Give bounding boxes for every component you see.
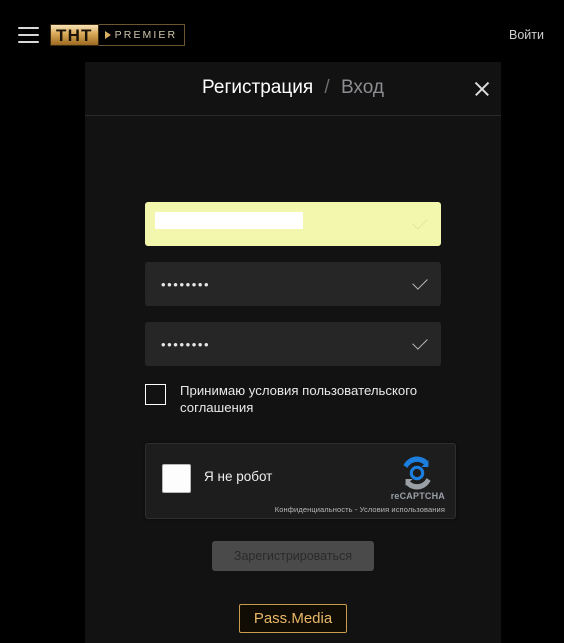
checkmark-icon	[412, 334, 428, 350]
modal-header: Регистрация / Вход	[85, 62, 501, 115]
submit-row: Зарегистрироваться	[145, 541, 441, 571]
checkmark-icon	[412, 274, 428, 290]
hamburger-line	[18, 27, 39, 29]
brand-logo[interactable]: ТНТ PREMIER	[50, 24, 186, 46]
passmedia-row: Pass.Media	[85, 604, 501, 633]
brand-tnt-label: ТНТ	[50, 24, 99, 46]
recaptcha-label: Я не робот	[204, 469, 273, 484]
hamburger-menu-icon[interactable]	[18, 27, 39, 43]
recaptcha-terms-link[interactable]: Условия использования	[360, 505, 445, 514]
recaptcha-terms: Конфиденциальность - Условия использован…	[275, 505, 445, 514]
auth-tabs: Регистрация / Вход	[85, 76, 501, 100]
hamburger-line	[18, 41, 39, 43]
password-field-value: ••••••••	[161, 276, 211, 292]
tab-login[interactable]: Вход	[341, 77, 384, 98]
recaptcha-terms-separator: -	[352, 505, 360, 514]
recaptcha-checkbox[interactable]	[162, 464, 191, 493]
close-x-icon[interactable]	[471, 78, 493, 100]
recaptcha-privacy-link[interactable]: Конфиденциальность	[275, 505, 353, 514]
password-repeat-field[interactable]: ••••••••	[145, 322, 441, 366]
password-field[interactable]: ••••••••	[145, 262, 441, 306]
header-divider	[85, 115, 501, 116]
brand-premier-label: PREMIER	[114, 28, 178, 41]
email-redaction-overlay	[155, 212, 303, 229]
agreement-label: Принимаю условия пользовательского согла…	[180, 383, 418, 415]
brand-premier-badge: PREMIER	[98, 24, 186, 46]
recaptcha-brand-label: reCAPTCHA	[390, 491, 445, 501]
app-root: ТНТ PREMIER Войти Регистрация / Вход •••…	[0, 0, 564, 643]
email-field[interactable]	[145, 202, 441, 246]
hamburger-line	[18, 34, 39, 36]
tab-separator: /	[324, 77, 330, 98]
register-submit-button[interactable]: Зарегистрироваться	[211, 541, 375, 571]
top-navigation-bar: ТНТ PREMIER Войти	[0, 0, 564, 70]
passmedia-button[interactable]: Pass.Media	[238, 604, 348, 633]
password-repeat-field-value: ••••••••	[161, 336, 211, 352]
agreement-row[interactable]: Принимаю условия пользовательского согла…	[145, 382, 445, 416]
recaptcha-widget: Я не робот reCAPTCHA Конфиденциальность …	[145, 443, 456, 519]
play-triangle-icon	[104, 31, 111, 39]
recaptcha-logo-icon	[403, 456, 431, 490]
registration-form: •••••••• •••••••• Принимаю условия польз…	[145, 202, 456, 571]
checkmark-icon	[412, 214, 428, 230]
tab-register[interactable]: Регистрация	[202, 77, 313, 98]
auth-modal: Регистрация / Вход •••••••• •••••••• При…	[85, 62, 501, 643]
login-link[interactable]: Войти	[509, 28, 544, 42]
agreement-checkbox[interactable]	[145, 384, 166, 405]
